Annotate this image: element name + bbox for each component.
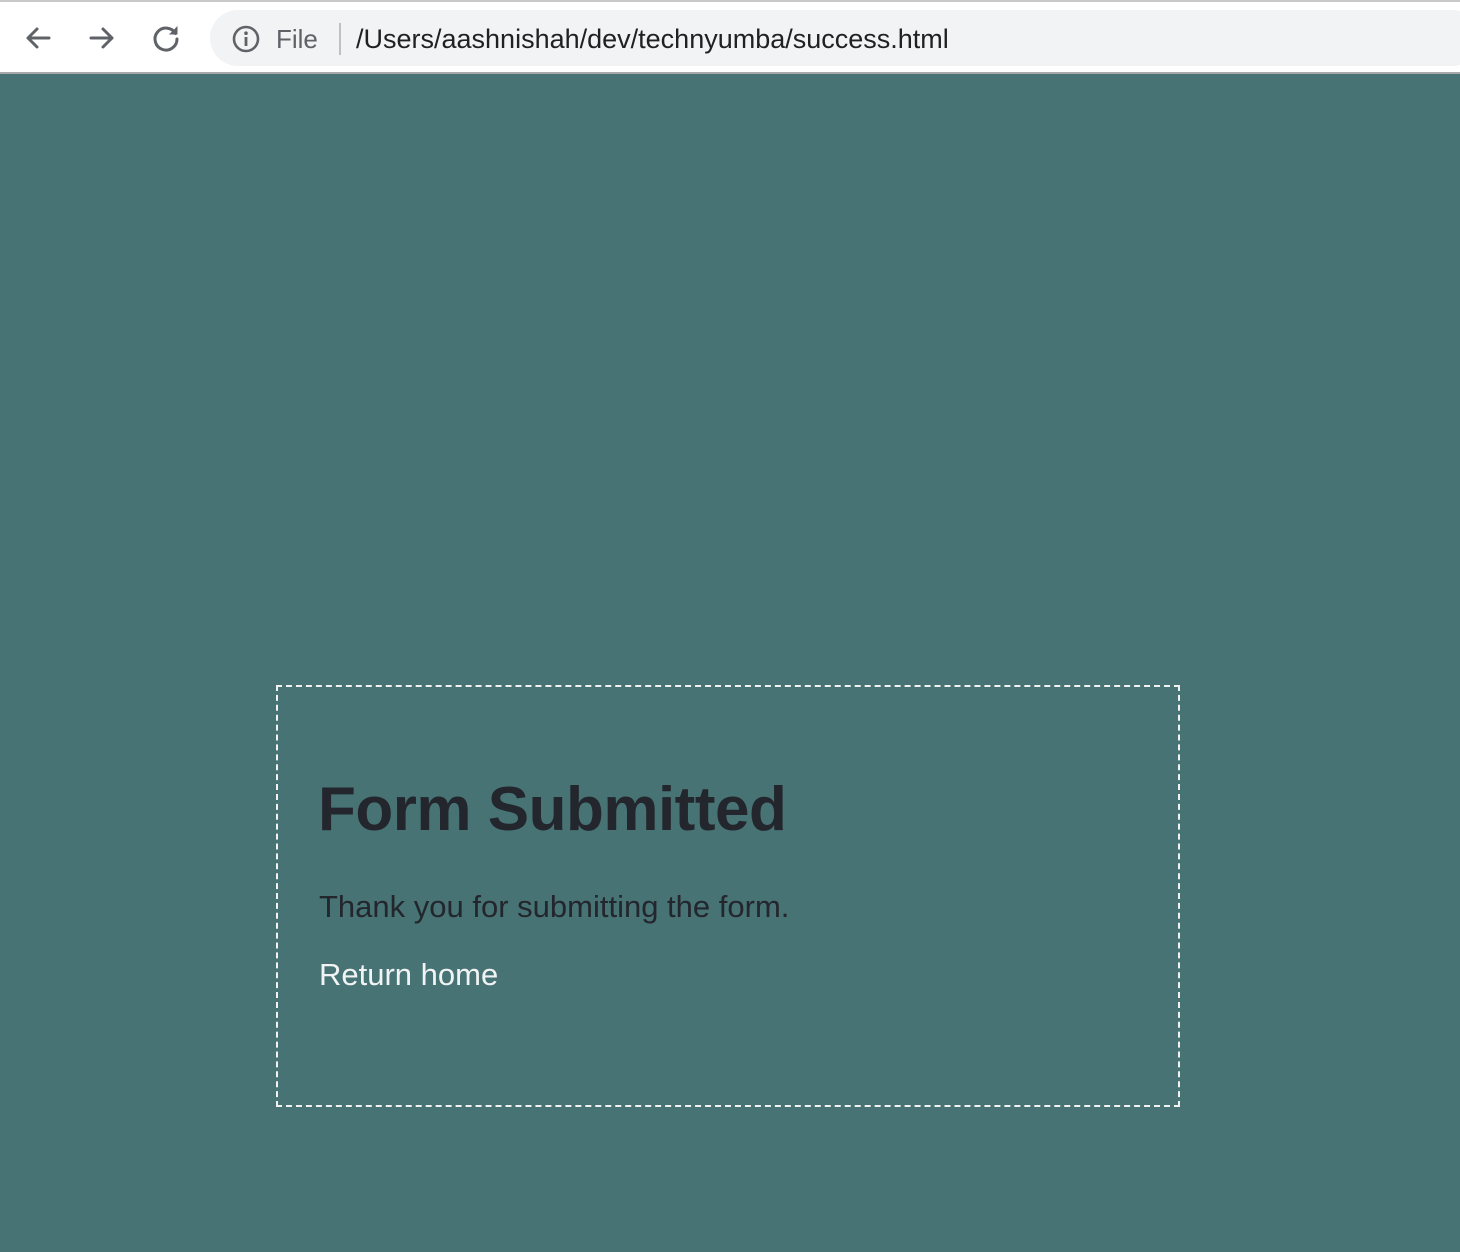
reload-icon [153,26,179,52]
arrow-right-icon [89,27,114,49]
reload-button[interactable] [142,14,190,62]
url-text[interactable]: /Users/aashnishah/dev/technyumba/success… [356,24,949,54]
browser-toolbar: File /Users/aashnishah/dev/technyumba/su… [0,2,1460,74]
site-info-button[interactable]: File [232,25,318,53]
back-button[interactable] [14,14,62,62]
info-icon [232,25,260,53]
page-title: Form Submitted [318,775,787,844]
success-card: Form Submitted Thank you for submitting … [276,685,1180,1107]
address-bar-divider [339,23,341,55]
return-home-link[interactable]: Return home [319,955,498,995]
address-bar[interactable]: File /Users/aashnishah/dev/technyumba/su… [210,10,1460,66]
arrow-left-icon [26,27,51,49]
success-message: Thank you for submitting the form. [319,889,790,924]
forward-button[interactable] [78,14,126,62]
url-scheme-label: File [276,24,318,54]
